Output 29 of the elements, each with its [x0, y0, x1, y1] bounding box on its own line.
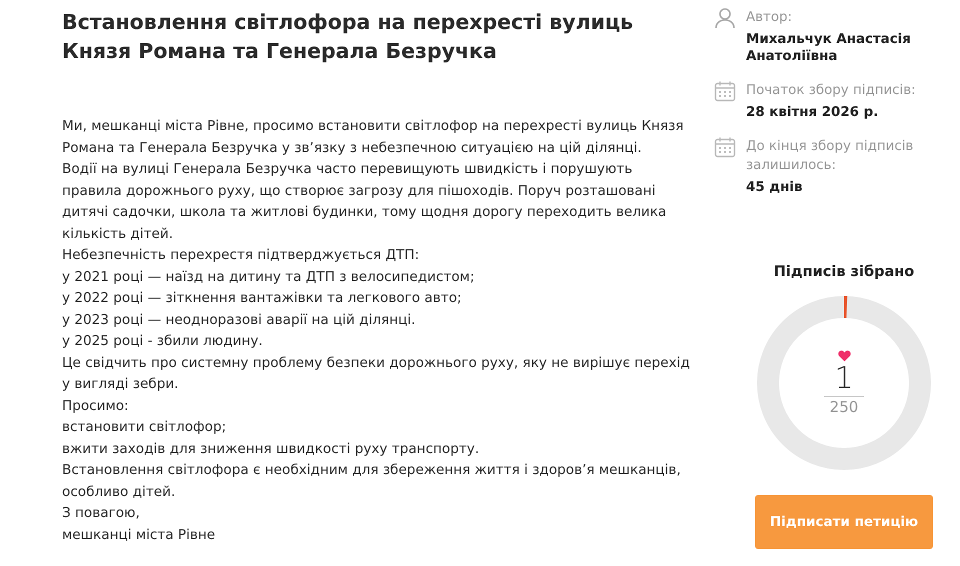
- signature-count: 1: [834, 362, 854, 396]
- info-value: 28 квітня 2026 р.: [746, 104, 880, 121]
- petition-text: у 2025 році - збили людину.: [62, 332, 264, 351]
- petition-text: Просимо:: [62, 396, 130, 416]
- info-value: Михальчук Анастасія Анатоліївна: [746, 31, 912, 65]
- petition-text: Небезпечність перехрестя підтверджується ДТП:: [62, 246, 420, 265]
- petition-text: Ми, мешканці міста Рівне, просимо встановити світлофор на перехресті вулиць Князя Романа та Генерала Безручка у зв’язку з небезпечною ситуацією на цій ділянці.: [62, 117, 685, 158]
- user-icon: [714, 7, 736, 29]
- sign-petition-button[interactable]: Підписати петицію: [755, 495, 933, 549]
- petition-text: Встановлення світлофора є необхідним для збереження життя і здоров’я мешканців, особливо дітей.: [62, 461, 682, 502]
- petition-text: у 2022 році — зіткнення вантажівки та легкового авто;: [62, 289, 463, 308]
- heart-icon: [838, 350, 850, 362]
- calendar-icon: [714, 80, 736, 102]
- petition-text: Водії на вулиці Генерала Безручка часто перевищують швидкість і порушують правила дорожнього руху, що створює загрозу для пішоходів. Поруч розташовані дитячі садочки, школа та житлові будинки, тому щодня дорогу переходить велика кількість дітей.: [62, 160, 668, 244]
- petition-text: у 2021 році — наїзд на дитину та ДТП з велосипедистом;: [62, 268, 476, 286]
- petition-text: З повагою,: [62, 504, 141, 523]
- petition-text: у 2023 році — неодноразові аварії на цій ділянці.: [62, 310, 416, 330]
- info-label: Автор:: [746, 9, 794, 27]
- signature-goal: 250: [824, 396, 864, 416]
- petition-title: Встановлення світлофора на перехресті вулиць Князя Романа та Генерала Безручка: [62, 9, 634, 65]
- info-value: 45 днів: [746, 179, 804, 196]
- petition-text: мешканці міста Рівне: [62, 526, 216, 544]
- petition-text: Це свідчить про системну проблему безпеки дорожнього руху, яку не вирішує перехід у вигляді зебри.: [62, 354, 690, 394]
- info-label: До кінця збору підписів залишилось:: [746, 138, 914, 175]
- signatures-title: Підписів зібрано: [774, 264, 914, 280]
- petition-text: вжити заходів для зниження швидкості руху транспорту.: [62, 440, 480, 458]
- info-label: Початок збору підписів:: [746, 82, 916, 100]
- petition-text: встановити світлофор;: [62, 418, 228, 437]
- calendar-icon: [714, 136, 736, 158]
